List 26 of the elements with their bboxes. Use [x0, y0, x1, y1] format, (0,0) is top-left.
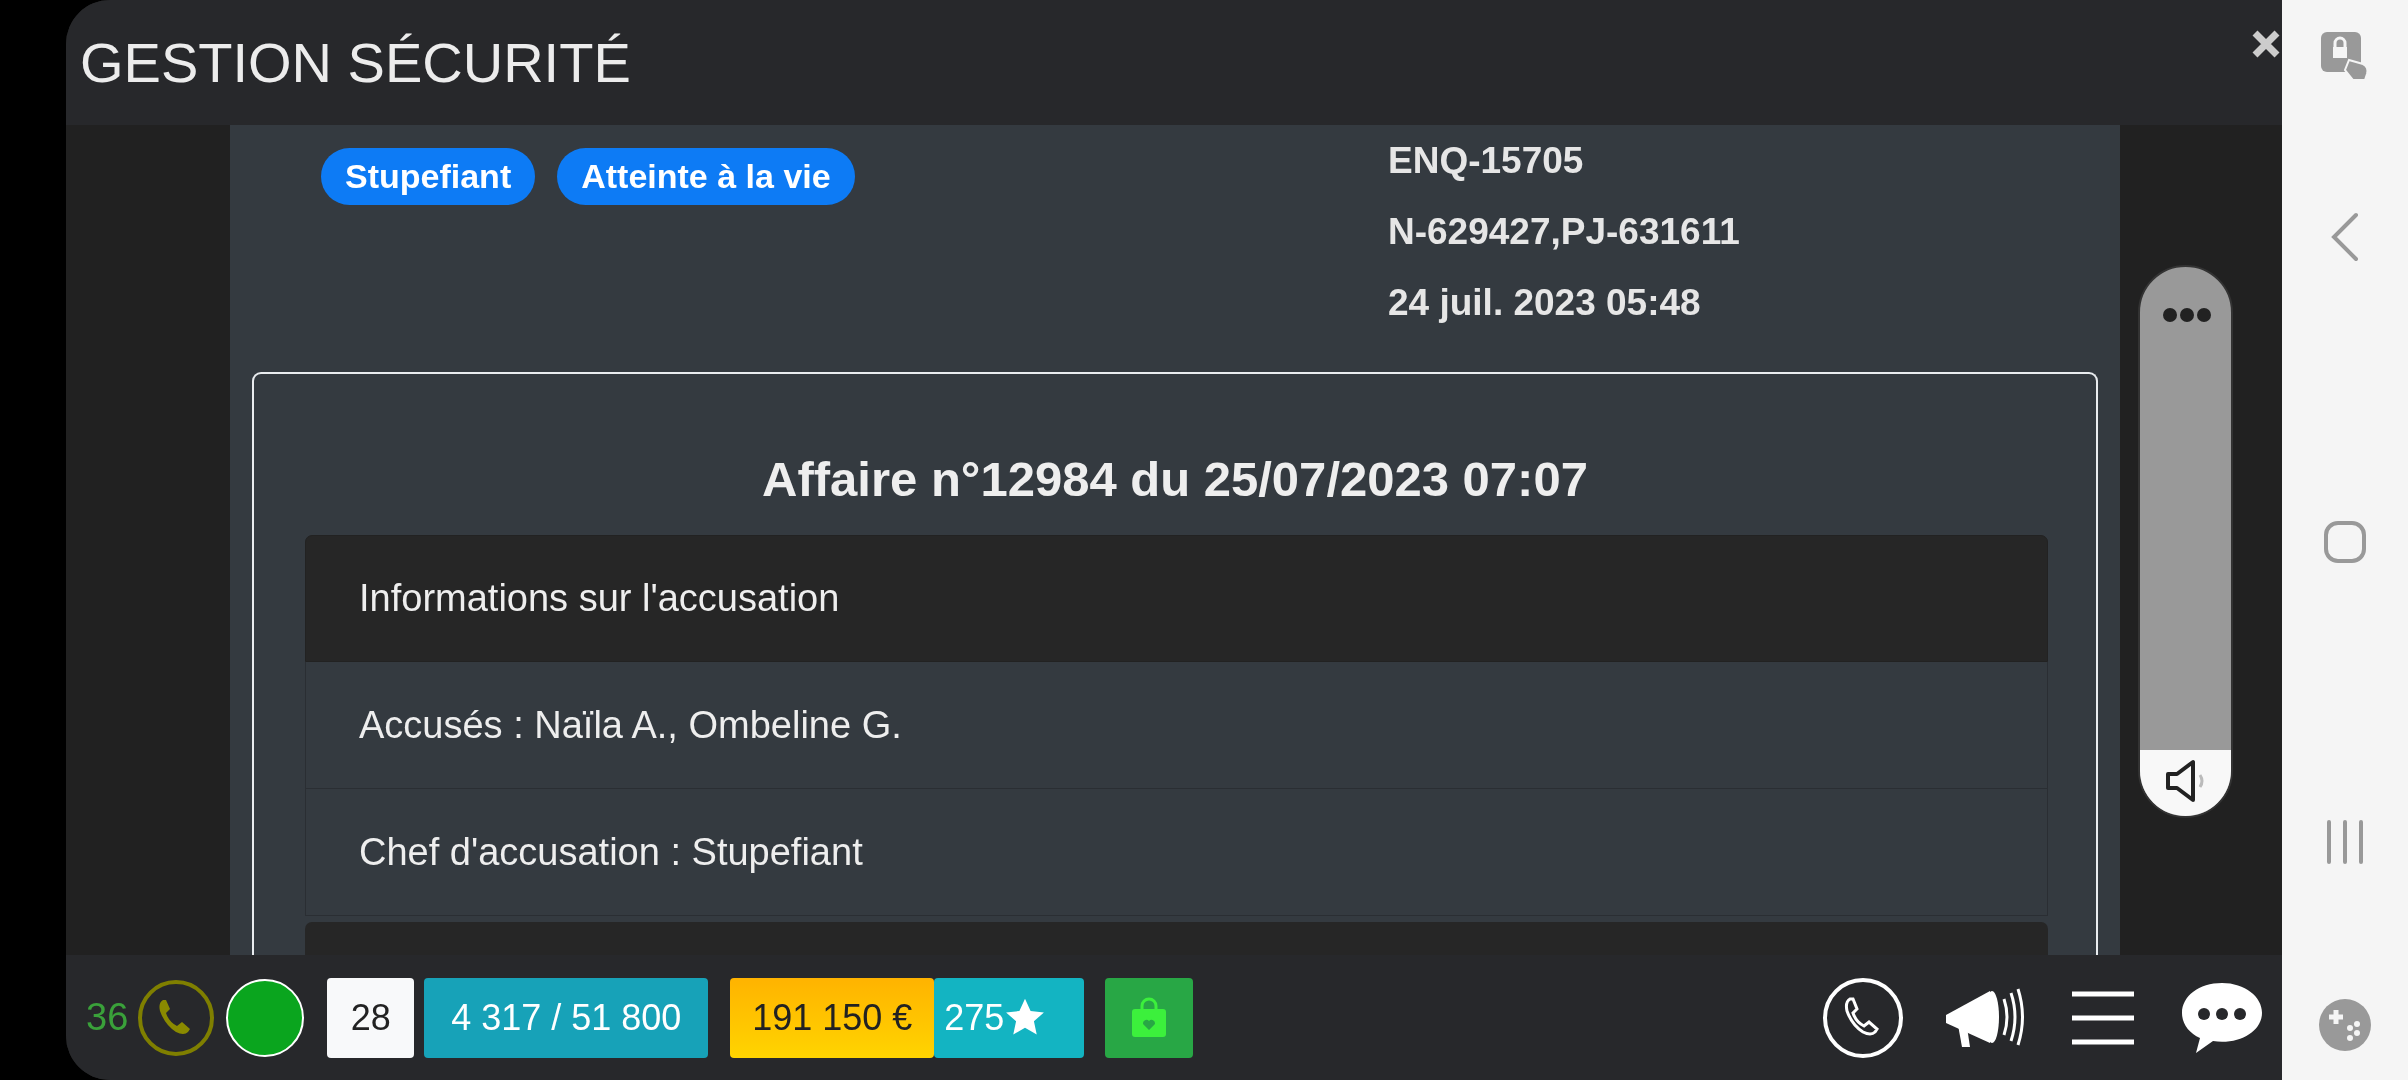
close-button[interactable] — [2250, 28, 2282, 60]
chat-icon[interactable] — [2180, 980, 2264, 1055]
capacity-badge: 4 317 / 51 800 — [424, 977, 709, 1058]
close-icon — [2250, 28, 2282, 60]
shop-button[interactable] — [1105, 977, 1194, 1058]
case-title: Affaire n°12984 du 25/07/2023 07:07 — [761, 451, 1589, 508]
tag-pill: Stupefiant — [321, 148, 536, 205]
more-icon — [2162, 307, 2212, 323]
money-badge: 191 150 € — [730, 977, 935, 1058]
count-label: 36 — [86, 995, 129, 1040]
info-row: Chef d'accusation : Stupefiant — [305, 789, 2048, 916]
reference-text: 24 juil. 2023 05:48 — [1388, 281, 1702, 325]
home-icon[interactable] — [2323, 520, 2367, 564]
info-row: Accusés : Naïla A., Ombeline G. — [305, 662, 2048, 789]
reference-text: N-629427,PJ-631611 — [1388, 210, 1740, 254]
reference-text: ENQ-15705 — [1388, 139, 1585, 183]
window-title: GESTION SÉCURITÉ — [80, 34, 631, 91]
recent-apps-icon[interactable] — [2325, 820, 2365, 864]
tag-pill: Atteinte à la vie — [557, 148, 855, 205]
back-icon[interactable] — [2330, 212, 2360, 262]
section-header: Informations sur l'accusation — [305, 535, 2048, 662]
menu-icon[interactable] — [2070, 990, 2136, 1045]
stars-count: 275 — [944, 995, 1005, 1040]
phone-icon[interactable] — [1822, 976, 1904, 1059]
counter-badge: 28 — [327, 977, 415, 1058]
game-icon[interactable] — [2318, 998, 2372, 1052]
